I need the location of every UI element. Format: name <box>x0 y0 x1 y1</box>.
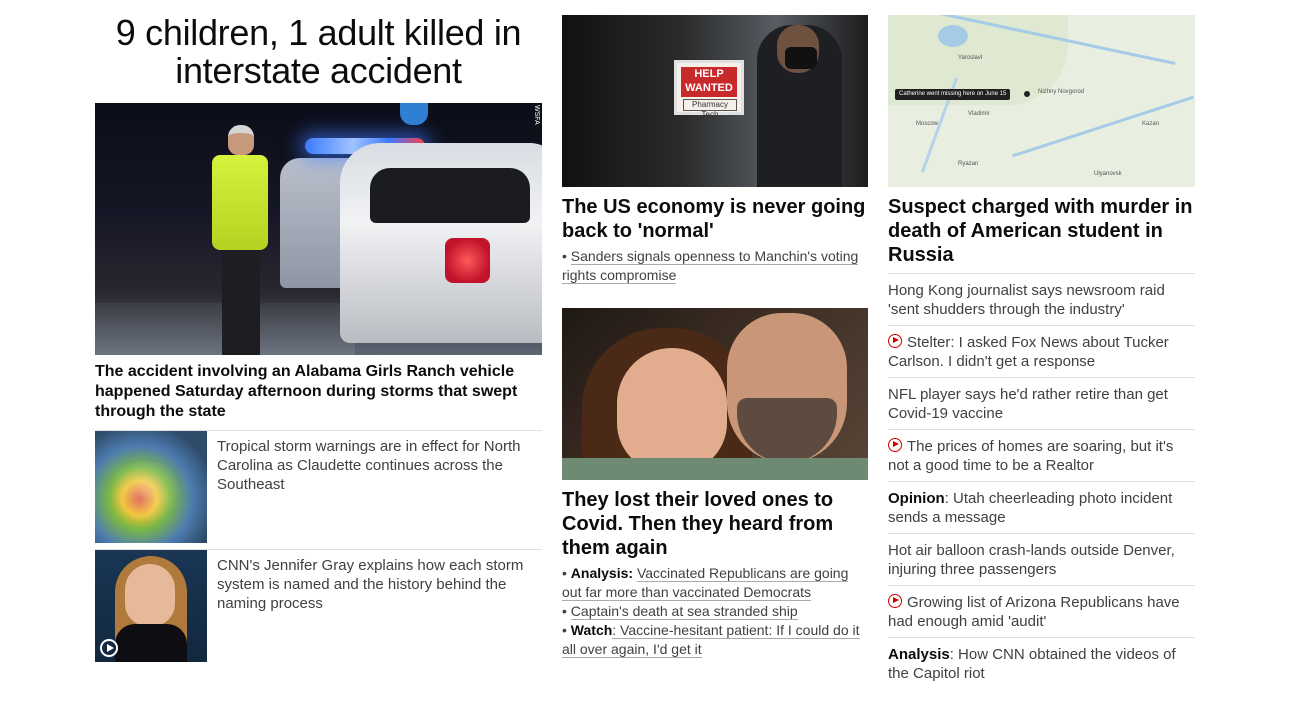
hero-image[interactable]: WSFA <box>95 103 542 355</box>
list-item[interactable]: NFL player says he'd rather retire than … <box>888 378 1195 430</box>
hero-caption[interactable]: The accident involving an Alabama Girls … <box>95 362 542 431</box>
headline-list: Hong Kong journalist says newsroom raid … <box>888 274 1195 689</box>
suv-shape <box>340 143 542 343</box>
middle-column: HELP WANTED Pharmacy Tech The US economy… <box>562 0 868 659</box>
list-item-text[interactable]: Hot air balloon crash-lands outside Denv… <box>888 542 1175 578</box>
list-item[interactable]: The prices of homes are soaring, but it'… <box>888 430 1195 482</box>
map-label: Yaroslavl <box>958 55 983 61</box>
video-play-icon <box>888 594 902 608</box>
left-column: 9 children, 1 adult killed in interstate… <box>95 0 542 662</box>
sign-text: HELP WANTED <box>681 67 737 97</box>
map-label: Kazan <box>1142 121 1160 127</box>
map-pin-icon <box>1024 91 1030 97</box>
side-story-text[interactable]: Tropical storm warnings are in effect fo… <box>207 431 542 543</box>
help-wanted-image[interactable]: HELP WANTED Pharmacy Tech <box>562 15 868 187</box>
list-item[interactable]: Growing list of Arizona Republicans have… <box>888 586 1195 638</box>
story-headline[interactable]: The US economy is never going back to 'n… <box>562 195 868 243</box>
image-credit: WSFA <box>533 105 540 125</box>
list-item-text[interactable]: NFL player says he'd rather retire than … <box>888 386 1168 422</box>
list-item[interactable]: Hot air balloon crash-lands outside Denv… <box>888 534 1195 586</box>
highway-sign-shape <box>400 103 428 125</box>
list-item-text[interactable]: Hong Kong journalist says newsroom raid … <box>888 282 1165 318</box>
right-column: Yaroslavl Moscow Nizhny Novgorod Kazan V… <box>888 0 1195 689</box>
list-item[interactable]: Hong Kong journalist says newsroom raid … <box>888 274 1195 326</box>
list-item[interactable]: Stelter: I asked Fox News about Tucker C… <box>888 326 1195 378</box>
officer-shape <box>210 125 270 355</box>
video-play-icon <box>888 438 902 452</box>
list-item-text[interactable]: The prices of homes are soaring, but it'… <box>888 438 1173 474</box>
video-play-icon <box>888 334 902 348</box>
related-link-text[interactable]: Captain's death at sea stranded ship <box>570 603 798 620</box>
map-callout: Catherine went missing here on June 15 <box>895 89 1011 100</box>
list-item[interactable]: Opinion: Utah cheerleading photo inciden… <box>888 482 1195 534</box>
related-link[interactable]: • Watch: Vaccine-hesitant patient: If I … <box>562 621 868 659</box>
link-prefix: Watch <box>570 622 613 638</box>
side-story[interactable]: Tropical storm warnings are in effect fo… <box>95 431 542 543</box>
map-label: Ulyanovsk <box>1094 171 1122 177</box>
map-label: Nizhny Novgorod <box>1038 89 1085 95</box>
list-item-text[interactable]: Growing list of Arizona Republicans have… <box>888 594 1180 630</box>
list-item-text[interactable]: Stelter: I asked Fox News about Tucker C… <box>888 334 1169 370</box>
story-headline[interactable]: Suspect charged with murder in death of … <box>888 195 1195 274</box>
story-headline[interactable]: They lost their loved ones to Covid. The… <box>562 488 868 560</box>
video-thumbnail[interactable] <box>95 550 207 662</box>
side-story-text[interactable]: CNN's Jennifer Gray explains how each st… <box>207 550 542 662</box>
map-label: Ryazan <box>958 161 979 167</box>
main-headline[interactable]: 9 children, 1 adult killed in interstate… <box>95 14 542 102</box>
help-wanted-sign: HELP WANTED Pharmacy Tech <box>674 60 744 119</box>
play-icon[interactable] <box>100 639 118 657</box>
related-link-text[interactable]: Sanders signals openness to Manchin's vo… <box>562 248 859 284</box>
related-link[interactable]: • Captain's death at sea stranded ship <box>562 602 868 621</box>
masked-man-shape <box>757 25 842 187</box>
couple-photo[interactable] <box>562 308 868 480</box>
russia-map-image[interactable]: Yaroslavl Moscow Nizhny Novgorod Kazan V… <box>888 15 1195 187</box>
weather-radar-image[interactable] <box>95 431 207 543</box>
map-label: Moscow <box>916 121 939 127</box>
link-prefix: Analysis: <box>570 565 634 581</box>
related-link[interactable]: • Sanders signals openness to Manchin's … <box>562 247 868 285</box>
list-item[interactable]: Analysis: How CNN obtained the videos of… <box>888 638 1195 689</box>
map-label: Vladimir <box>968 111 990 117</box>
item-prefix: Analysis <box>888 646 950 663</box>
item-prefix: Opinion <box>888 490 945 507</box>
side-story[interactable]: CNN's Jennifer Gray explains how each st… <box>95 549 542 662</box>
related-link[interactable]: • Analysis: Vaccinated Republicans are g… <box>562 564 868 602</box>
sign-tag: Pharmacy Tech <box>683 99 737 119</box>
